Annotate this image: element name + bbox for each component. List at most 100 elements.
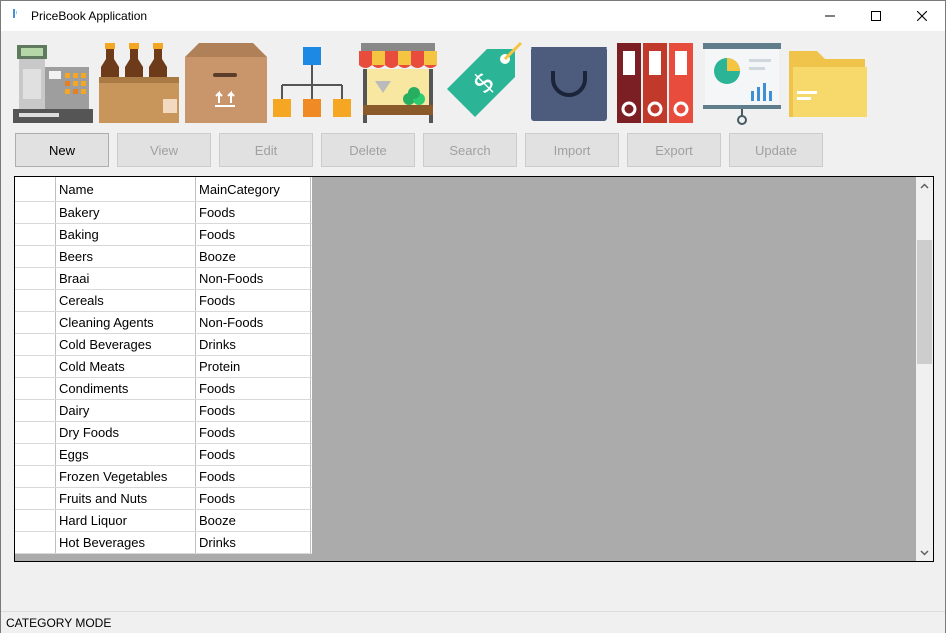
edit-button[interactable]: Edit bbox=[219, 133, 313, 167]
folder-icon[interactable] bbox=[787, 41, 869, 125]
close-button[interactable] bbox=[899, 1, 945, 31]
table-row[interactable]: Eggs Foods bbox=[15, 444, 312, 466]
table-row[interactable]: Cold Beverages Drinks bbox=[15, 334, 312, 356]
cell-main-category[interactable]: Protein bbox=[196, 356, 311, 377]
cell-main-category[interactable]: Non-Foods bbox=[196, 268, 311, 289]
presentation-board-icon[interactable] bbox=[701, 41, 783, 125]
minimize-button[interactable] bbox=[807, 1, 853, 31]
table-row[interactable]: Hard Liquor Booze bbox=[15, 510, 312, 532]
title-bar: PriceBook Application bbox=[1, 1, 945, 31]
cell-main-category[interactable]: Foods bbox=[196, 290, 311, 311]
search-button[interactable]: Search bbox=[423, 133, 517, 167]
cell-name[interactable]: Cold Beverages bbox=[56, 334, 196, 355]
app-window: PriceBook Application $ New View Edit De… bbox=[0, 0, 946, 633]
cell-name[interactable]: Beers bbox=[56, 246, 196, 267]
table-row[interactable]: Baking Foods bbox=[15, 224, 312, 246]
table-row[interactable]: Beers Booze bbox=[15, 246, 312, 268]
cell-name[interactable]: Condiments bbox=[56, 378, 196, 399]
shipping-box-icon[interactable] bbox=[185, 41, 267, 125]
row-header[interactable] bbox=[15, 444, 56, 465]
row-header-corner[interactable] bbox=[15, 177, 56, 201]
cell-name[interactable]: Dairy bbox=[56, 400, 196, 421]
scrollbar-thumb[interactable] bbox=[917, 240, 932, 364]
binders-icon[interactable] bbox=[615, 41, 697, 125]
cell-main-category[interactable]: Foods bbox=[196, 422, 311, 443]
cell-name[interactable]: Dry Foods bbox=[56, 422, 196, 443]
maximize-button[interactable] bbox=[853, 1, 899, 31]
category-grid[interactable]: Name MainCategory Bakery Foods Baking Foods… bbox=[14, 176, 934, 562]
row-header[interactable] bbox=[15, 356, 56, 377]
table-row[interactable]: Cleaning Agents Non-Foods bbox=[15, 312, 312, 334]
cell-name[interactable]: Eggs bbox=[56, 444, 196, 465]
hierarchy-icon[interactable] bbox=[271, 41, 353, 125]
cell-name[interactable]: Cleaning Agents bbox=[56, 312, 196, 333]
cell-main-category[interactable]: Foods bbox=[196, 378, 311, 399]
column-header-main-category[interactable]: MainCategory bbox=[196, 177, 311, 201]
cell-name[interactable]: Hot Beverages bbox=[56, 532, 196, 553]
import-button[interactable]: Import bbox=[525, 133, 619, 167]
cell-name[interactable]: Fruits and Nuts bbox=[56, 488, 196, 509]
cell-name[interactable]: Cereals bbox=[56, 290, 196, 311]
row-header[interactable] bbox=[15, 422, 56, 443]
vertical-scrollbar[interactable] bbox=[916, 177, 933, 561]
row-header[interactable] bbox=[15, 202, 56, 223]
table-row[interactable]: Braai Non-Foods bbox=[15, 268, 312, 290]
table-row[interactable]: Hot Beverages Drinks bbox=[15, 532, 312, 554]
delete-button[interactable]: Delete bbox=[321, 133, 415, 167]
cell-main-category[interactable]: Foods bbox=[196, 224, 311, 245]
cell-main-category[interactable]: Booze bbox=[196, 510, 311, 531]
row-header[interactable] bbox=[15, 312, 56, 333]
export-button[interactable]: Export bbox=[627, 133, 721, 167]
cell-main-category[interactable]: Drinks bbox=[196, 532, 311, 553]
table-row[interactable]: Cold Meats Protein bbox=[15, 356, 312, 378]
cell-main-category[interactable]: Foods bbox=[196, 202, 311, 223]
row-header[interactable] bbox=[15, 466, 56, 487]
row-header[interactable] bbox=[15, 378, 56, 399]
grid-table: Name MainCategory Bakery Foods Baking Foods… bbox=[15, 177, 312, 554]
chevron-down-icon bbox=[920, 549, 929, 556]
row-header[interactable] bbox=[15, 488, 56, 509]
cell-name[interactable]: Bakery bbox=[56, 202, 196, 223]
cell-name[interactable]: Frozen Vegetables bbox=[56, 466, 196, 487]
row-header[interactable] bbox=[15, 400, 56, 421]
table-row[interactable]: Fruits and Nuts Foods bbox=[15, 488, 312, 510]
row-header[interactable] bbox=[15, 224, 56, 245]
cell-main-category[interactable]: Foods bbox=[196, 466, 311, 487]
row-header[interactable] bbox=[15, 510, 56, 531]
cell-name[interactable]: Hard Liquor bbox=[56, 510, 196, 531]
cell-name[interactable]: Cold Meats bbox=[56, 356, 196, 377]
cell-name[interactable]: Baking bbox=[56, 224, 196, 245]
scroll-up-button[interactable] bbox=[916, 177, 933, 194]
cash-register-icon[interactable] bbox=[13, 41, 95, 125]
row-header[interactable] bbox=[15, 246, 56, 267]
table-row[interactable]: Condiments Foods bbox=[15, 378, 312, 400]
table-row[interactable]: Dairy Foods bbox=[15, 400, 312, 422]
shopping-bag-icon[interactable] bbox=[529, 41, 611, 125]
cell-main-category[interactable]: Foods bbox=[196, 444, 311, 465]
view-button[interactable]: View bbox=[117, 133, 211, 167]
market-stall-icon[interactable] bbox=[357, 41, 439, 125]
cell-main-category[interactable]: Non-Foods bbox=[196, 312, 311, 333]
row-header[interactable] bbox=[15, 334, 56, 355]
chevron-up-icon bbox=[920, 182, 929, 189]
table-row[interactable]: Frozen Vegetables Foods bbox=[15, 466, 312, 488]
row-header[interactable] bbox=[15, 532, 56, 553]
maximize-icon bbox=[871, 11, 881, 21]
new-button[interactable]: New bbox=[15, 133, 109, 167]
column-header-name[interactable]: Name bbox=[56, 177, 196, 201]
cell-main-category[interactable]: Foods bbox=[196, 400, 311, 421]
cell-main-category[interactable]: Foods bbox=[196, 488, 311, 509]
row-header[interactable] bbox=[15, 268, 56, 289]
cell-main-category[interactable]: Drinks bbox=[196, 334, 311, 355]
price-tag-icon[interactable]: $ bbox=[443, 41, 525, 125]
cell-name[interactable]: Braai bbox=[56, 268, 196, 289]
row-header[interactable] bbox=[15, 290, 56, 311]
table-row[interactable]: Bakery Foods bbox=[15, 202, 312, 224]
minimize-icon bbox=[825, 15, 835, 17]
beer-bottles-icon[interactable] bbox=[99, 41, 181, 125]
table-row[interactable]: Cereals Foods bbox=[15, 290, 312, 312]
table-row[interactable]: Dry Foods Foods bbox=[15, 422, 312, 444]
scroll-down-button[interactable] bbox=[916, 544, 933, 561]
cell-main-category[interactable]: Booze bbox=[196, 246, 311, 267]
update-button[interactable]: Update bbox=[729, 133, 823, 167]
